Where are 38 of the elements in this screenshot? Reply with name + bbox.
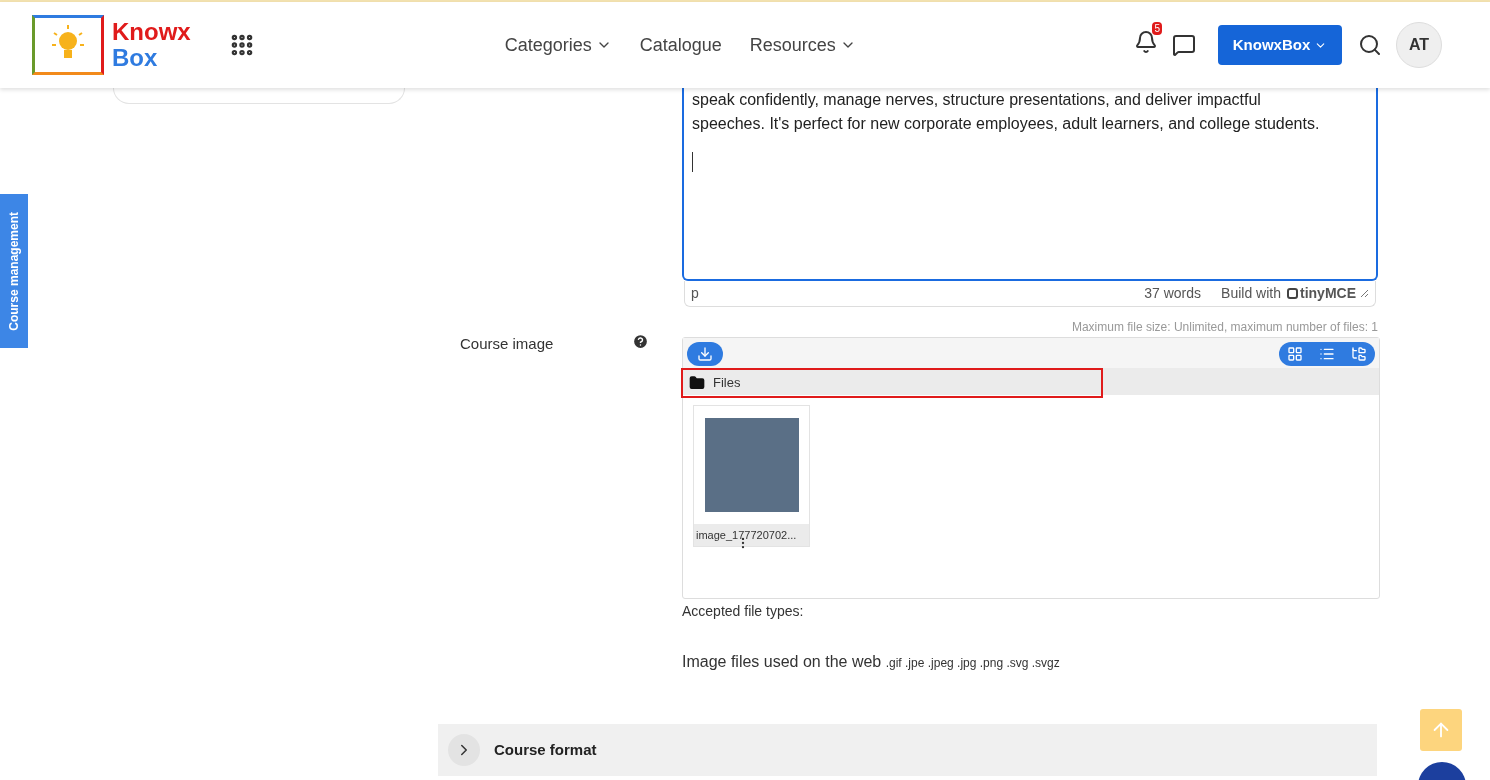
logo-text: Knowx xyxy=(112,19,191,45)
download-button[interactable] xyxy=(687,342,723,366)
editor-text: speeches. It's perfect for new corporate employees, adult learners, and college students. xyxy=(692,114,1321,134)
notification-count: 5 xyxy=(1152,21,1162,35)
editor-text: speak confidently, manage nerves, structure presentations, and deliver impactful xyxy=(692,90,1262,110)
brand-link[interactable]: tinyMCE xyxy=(1287,283,1356,304)
nav-link[interactable]: Categories xyxy=(504,31,612,59)
element-path[interactable]: p xyxy=(691,283,699,304)
file-limits: Maximum file size: Unlimited, maximum number of files: 1 xyxy=(1070,319,1379,335)
folder-icon xyxy=(689,375,705,391)
word-count: 37 words xyxy=(1144,284,1202,303)
file-name: image_177720702... xyxy=(694,524,809,546)
grid-view-icon[interactable] xyxy=(1287,346,1303,362)
tree-view-icon[interactable] xyxy=(1351,346,1367,362)
folder-path[interactable]: Files xyxy=(681,368,1103,398)
brand-label: Build with xyxy=(1221,284,1281,303)
accepted-types-label: Accepted file types: xyxy=(682,602,805,621)
nav-link[interactable]: Resources xyxy=(749,31,856,59)
lightbulb-logo-icon xyxy=(32,15,104,75)
accepted-types: Image files used on the web .gif .jpe .jpeg .jpg .png .svg .svgz xyxy=(682,652,1061,672)
logo[interactable]: Knowx Box xyxy=(32,15,191,75)
tinymce-logo-icon xyxy=(1287,288,1298,299)
nav-link[interactable]: Catalogue xyxy=(639,31,722,59)
rich-text-editor[interactable]: speak confidently, manage nerves, structure presentations, and deliver impactful speeches. It's perfect for new corporate employees, adult learners, and college students. xyxy=(682,88,1378,281)
search-icon[interactable] xyxy=(1358,33,1382,57)
resize-handle-icon[interactable] xyxy=(1360,289,1369,298)
messages-icon[interactable] xyxy=(1172,33,1196,57)
list-view-icon[interactable] xyxy=(1319,346,1335,362)
field-label: Course image xyxy=(460,334,555,354)
side-tab[interactable]: Course management xyxy=(0,194,28,348)
help-icon[interactable] xyxy=(632,333,649,350)
user-avatar[interactable]: AT xyxy=(1396,22,1442,68)
text-cursor xyxy=(692,152,693,172)
collapsible-section-header[interactable]: Course format xyxy=(438,724,1377,776)
brand-menu-button[interactable]: KnowxBox xyxy=(1218,25,1342,65)
file-tile[interactable]: image_177720702... xyxy=(693,405,810,547)
logo-text: Box xyxy=(112,45,159,71)
download-icon xyxy=(697,346,713,362)
